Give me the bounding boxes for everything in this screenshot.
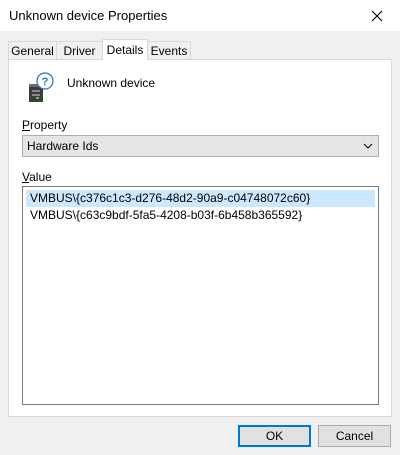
close-icon bbox=[371, 10, 383, 21]
value-listbox[interactable]: VMBUS\{c376c1c3-d276-48d2-90a9-c04748072… bbox=[22, 186, 379, 405]
property-label: Property bbox=[22, 118, 67, 132]
title-bar: Unknown device Properties bbox=[0, 0, 400, 31]
cancel-button[interactable]: Cancel bbox=[318, 425, 391, 447]
tab-label: Details bbox=[106, 43, 144, 57]
property-dropdown-value: Hardware Ids bbox=[27, 139, 99, 153]
tab-events[interactable]: Events bbox=[147, 41, 191, 59]
tab-general[interactable]: General bbox=[8, 41, 57, 59]
tab-details[interactable]: Details bbox=[102, 39, 148, 60]
tab-driver[interactable]: Driver bbox=[56, 41, 103, 59]
window-title: Unknown device Properties bbox=[9, 8, 168, 23]
chevron-down-icon bbox=[363, 143, 373, 149]
device-name: Unknown device bbox=[67, 76, 156, 90]
list-item[interactable]: VMBUS\{c63c9bdf-5fa5-4208-b03f-6b458b365… bbox=[26, 207, 375, 224]
ok-button[interactable]: OK bbox=[238, 425, 311, 447]
tab-label: Events bbox=[150, 43, 188, 58]
property-dropdown[interactable]: Hardware Ids bbox=[22, 135, 379, 157]
ok-button-label: OK bbox=[265, 429, 284, 443]
tab-label: Driver bbox=[63, 43, 96, 58]
tab-label: General bbox=[11, 43, 54, 58]
svg-text:?: ? bbox=[42, 76, 49, 88]
value-label: Value bbox=[22, 170, 52, 184]
close-button[interactable] bbox=[354, 0, 400, 31]
property-label-rest: roperty bbox=[30, 118, 68, 132]
cancel-button-label: Cancel bbox=[335, 429, 374, 443]
property-label-accesskey: P bbox=[22, 118, 31, 132]
list-item[interactable]: VMBUS\{c376c1c3-d276-48d2-90a9-c04748072… bbox=[26, 190, 375, 207]
value-label-rest: alue bbox=[29, 170, 52, 184]
details-panel: ? Unknown device Property Hardware Ids V… bbox=[8, 59, 392, 417]
unknown-device-icon: ? bbox=[29, 72, 54, 102]
